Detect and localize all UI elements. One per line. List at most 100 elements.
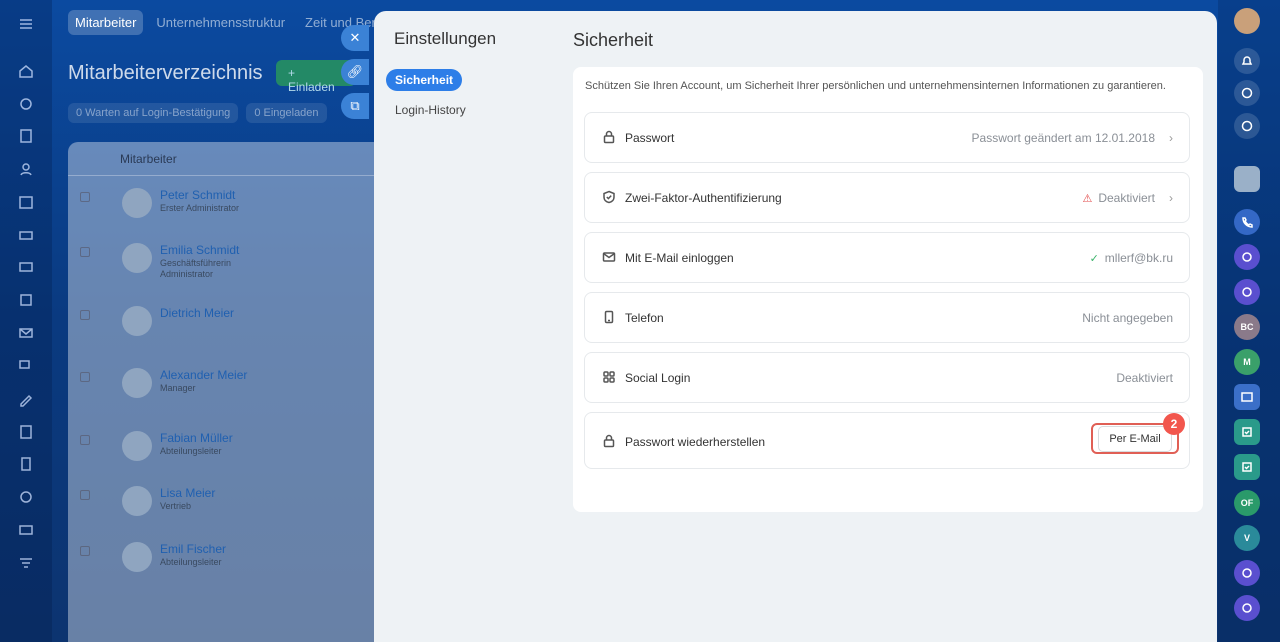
users-icon[interactable]	[12, 155, 40, 183]
row-checkbox[interactable]	[80, 546, 90, 556]
tab-mitarbeiter[interactable]: Mitarbeiter	[68, 10, 144, 35]
employee-role: Manager	[160, 383, 196, 393]
row-passwort[interactable]: Passwort Passwort geändert am 12.01.2018…	[584, 112, 1190, 163]
value-text: mllerf@bk.ru	[1104, 251, 1173, 265]
row-checkbox[interactable]	[80, 490, 90, 500]
lock-icon	[602, 130, 616, 144]
menu-item-login-history[interactable]: Login-History	[395, 103, 466, 117]
table-row[interactable]: Peter Schmidt Erster Administrator	[68, 186, 388, 242]
menu-item-sicherheit[interactable]: Sicherheit	[386, 69, 463, 91]
document-icon[interactable]	[12, 122, 40, 150]
target-icon[interactable]	[12, 483, 40, 511]
pen-icon[interactable]	[12, 385, 40, 413]
tab-unternehmensstruktur[interactable]: Unternehmensstruktur	[149, 10, 292, 35]
phone-icon	[602, 310, 616, 324]
row-label: Social Login	[625, 371, 691, 385]
row-value: ✓ mllerf@bk.ru	[1090, 251, 1173, 265]
step-badge: 2	[1163, 413, 1185, 435]
employee-name[interactable]: Fabian Müller	[160, 431, 233, 445]
employee-name[interactable]: Peter Schmidt	[160, 188, 235, 202]
copilot-chat-icon[interactable]	[1234, 560, 1260, 586]
filter-icon[interactable]	[12, 549, 40, 577]
filter-pending[interactable]: 0 Warten auf Login-Bestätigung	[68, 103, 239, 123]
home-icon[interactable]	[12, 57, 40, 85]
row-passwort-wiederherstellen: Passwort wiederherstellen Per E-Mail 2	[584, 412, 1190, 469]
calendar-icon[interactable]	[12, 188, 40, 216]
table-row[interactable]: Fabian Müller Abteilungsleiter	[68, 429, 388, 485]
lock-icon	[602, 434, 616, 448]
row-email-login[interactable]: Mit E-Mail einloggen ✓ mllerf@bk.ru	[584, 232, 1190, 283]
employee-name[interactable]: Dietrich Meier	[160, 306, 234, 320]
slider-controls: ✕ 🔗︎ ⧉	[341, 25, 369, 119]
phone-call-icon[interactable]	[1234, 209, 1260, 235]
chat-icon[interactable]	[12, 352, 40, 380]
avatar-m[interactable]: M	[1234, 349, 1260, 375]
copilot-icon[interactable]	[1234, 80, 1260, 106]
copilot-chat-icon[interactable]	[1234, 279, 1260, 305]
copilot-chat-icon[interactable]	[1234, 595, 1260, 621]
link-icon[interactable]: 🔗︎	[341, 59, 369, 85]
employee-name[interactable]: Emil Fischer	[160, 542, 226, 556]
row-checkbox[interactable]	[80, 310, 90, 320]
chevron-right-icon: ›	[1169, 131, 1173, 145]
row-checkbox[interactable]	[80, 435, 90, 445]
task-icon[interactable]	[1234, 419, 1260, 445]
file-icon[interactable]	[12, 450, 40, 478]
user-avatar[interactable]	[1234, 8, 1260, 34]
close-icon[interactable]: ✕	[341, 25, 369, 51]
monitor-icon[interactable]	[12, 254, 40, 282]
task-icon[interactable]	[1234, 454, 1260, 480]
row-checkbox[interactable]	[80, 372, 90, 382]
avatar	[122, 368, 152, 398]
copilot-chat-icon[interactable]	[1234, 244, 1260, 270]
menu-icon[interactable]	[12, 10, 40, 38]
per-email-button[interactable]: Per E-Mail	[1098, 425, 1172, 452]
warning-icon: ⚠	[1082, 192, 1093, 205]
settings-slider: Einstellungen Sicherheit Login-History S…	[374, 11, 1217, 642]
row-social-login[interactable]: Social Login Deaktiviert	[584, 352, 1190, 403]
employee-role: Abteilungsleiter	[160, 446, 222, 456]
card-icon[interactable]	[12, 516, 40, 544]
contact-avatar[interactable]	[1234, 166, 1260, 192]
row-label: Telefon	[625, 311, 664, 325]
section-title: Sicherheit	[573, 30, 654, 50]
per-email-button-highlight: Per E-Mail 2	[1091, 413, 1185, 454]
avatar-v[interactable]: V	[1234, 525, 1260, 551]
row-zwei-faktor[interactable]: Zwei-Faktor-Authentifizierung ⚠ Deaktivie…	[584, 172, 1190, 223]
id-card-icon[interactable]	[1234, 384, 1260, 410]
employee-role: Erster Administrator	[160, 203, 240, 213]
chevron-right-icon: ›	[1169, 191, 1173, 205]
employee-name[interactable]: Alexander Meier	[160, 368, 247, 382]
avatar-bc[interactable]: BC	[1234, 314, 1260, 340]
building-icon[interactable]	[12, 418, 40, 446]
table-row[interactable]: Dietrich Meier	[68, 304, 388, 360]
avatar-of[interactable]: OF	[1234, 490, 1260, 516]
row-checkbox[interactable]	[80, 247, 90, 257]
avatar	[122, 486, 152, 516]
mail-icon[interactable]	[12, 319, 40, 347]
value-text: Nicht angegeben	[1082, 311, 1173, 325]
avatar	[122, 306, 152, 336]
table-row[interactable]: Alexander Meier Manager	[68, 366, 388, 422]
puzzle-icon[interactable]	[12, 90, 40, 118]
check-circle-icon: ✓	[1089, 252, 1099, 265]
employee-name[interactable]: Emilia Schmidt	[160, 243, 239, 257]
table-row[interactable]: Emilia Schmidt Geschäftsführerin Administ…	[68, 241, 388, 297]
row-telefon[interactable]: Telefon Nicht angegeben	[584, 292, 1190, 343]
external-link-icon[interactable]: ⧉	[341, 93, 369, 119]
security-card: Schützen Sie Ihren Account, um Sicherhei…	[573, 67, 1203, 512]
value-text: Deaktiviert	[1098, 191, 1155, 205]
settings-title: Einstellungen	[394, 29, 497, 48]
filter-invited[interactable]: 0 Eingeladen	[246, 103, 327, 123]
table-row[interactable]: Lisa Meier Vertrieb	[68, 484, 388, 540]
row-label: Passwort wiederherstellen	[625, 435, 766, 449]
table-row[interactable]: Emil Fischer Abteilungsleiter	[68, 540, 388, 596]
avatar	[122, 431, 152, 461]
search-chat-icon[interactable]	[1234, 113, 1260, 139]
checkbox-icon[interactable]	[12, 286, 40, 314]
inbox-icon[interactable]	[12, 221, 40, 249]
row-checkbox[interactable]	[80, 192, 90, 202]
filter-chips: 0 Warten auf Login-Bestätigung 0 Eingela…	[68, 103, 327, 123]
employee-name[interactable]: Lisa Meier	[160, 486, 215, 500]
bell-icon[interactable]	[1234, 48, 1260, 74]
